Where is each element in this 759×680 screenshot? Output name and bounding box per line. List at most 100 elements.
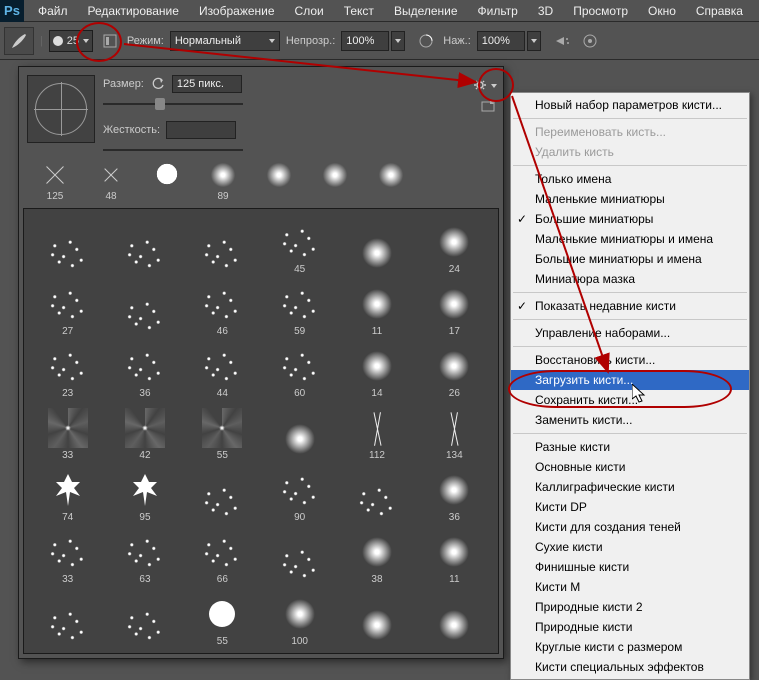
brush-cell[interactable]: 38 [339,525,414,585]
brush-hardness-slider[interactable] [103,143,243,157]
menu-просмотр[interactable]: Просмотр [563,1,638,21]
airbrush-icon[interactable] [551,31,573,51]
brush-cell[interactable]: 63 [107,525,182,585]
flyout-item[interactable]: Круглые кисти с размером [511,637,749,657]
blend-mode-select[interactable]: Нормальный [170,31,280,51]
brush-cell[interactable]: 45 [262,215,337,275]
brush-cell[interactable]: 11 [417,525,492,585]
menu-окно[interactable]: Окно [638,1,686,21]
brush-cell[interactable] [185,463,260,523]
brush-panel-gear-button[interactable] [473,75,497,97]
brush-cell[interactable]: 24 [417,215,492,275]
flyout-item[interactable]: Природные кисти 2 [511,597,749,617]
flyout-item[interactable]: Разные кисти [511,437,749,457]
menu-выделение[interactable]: Выделение [384,1,468,21]
brush-cell[interactable]: 112 [339,401,414,461]
brush-cell[interactable]: 90 [262,463,337,523]
flyout-item[interactable]: ✓Большие миниатюры [511,209,749,229]
flyout-item[interactable]: Загрузить кисти... [511,370,749,390]
flyout-item[interactable]: Сохранить кисти... [511,390,749,410]
menu-текст[interactable]: Текст [334,1,384,21]
recent-brush-preset[interactable] [307,161,363,202]
brush-cell[interactable]: 36 [107,339,182,399]
flyout-item[interactable]: Кисти специальных эффектов [511,657,749,677]
brush-cell[interactable]: 66 [185,525,260,585]
brush-cell[interactable] [262,401,337,461]
brush-cell[interactable] [107,215,182,275]
flyout-item[interactable]: Основные кисти [511,457,749,477]
brush-cell[interactable]: 14 [339,339,414,399]
pressure-opacity-icon[interactable] [415,31,437,51]
brush-cell[interactable]: 26 [417,339,492,399]
brush-cell[interactable]: 36 [417,463,492,523]
brush-tool-icon[interactable] [4,27,34,55]
brush-cell[interactable]: 27 [30,277,105,337]
brush-cell[interactable]: 42 [107,401,182,461]
flyout-item[interactable]: Кисти М [511,577,749,597]
flyout-item[interactable]: Маленькие миниатюры [511,189,749,209]
flyout-item[interactable]: Миниатюра мазка [511,269,749,289]
menu-3d[interactable]: 3D [528,1,563,21]
brush-cell[interactable]: 95 [107,463,182,523]
flyout-item[interactable]: ✓Показать недавние кисти [511,296,749,316]
flyout-item[interactable]: Природные кисти [511,617,749,637]
brush-cell[interactable]: 11 [339,277,414,337]
menu-изображение[interactable]: Изображение [189,1,285,21]
recent-brush-preset[interactable]: 89 [195,161,251,202]
brush-cell[interactable]: 44 [185,339,260,399]
menu-справка[interactable]: Справка [686,1,753,21]
flyout-item[interactable]: Заменить кисти... [511,410,749,430]
recent-brush-preset[interactable]: 48 [83,161,139,202]
brush-cell[interactable] [107,587,182,647]
brush-cell[interactable]: 33 [30,401,105,461]
flyout-item[interactable]: Большие миниатюры и имена [511,249,749,269]
pressure-size-icon[interactable] [579,31,601,51]
flyout-item[interactable]: Кисти DP [511,497,749,517]
flyout-item[interactable]: Кисти для создания теней [511,517,749,537]
brush-cell[interactable] [417,587,492,647]
recent-brush-preset[interactable] [363,161,419,202]
flyout-item[interactable]: Сухие кисти [511,537,749,557]
brush-cell[interactable]: 55 [185,401,260,461]
brush-cell[interactable] [185,215,260,275]
flyout-item[interactable]: Восстановить кисти... [511,350,749,370]
brush-cell[interactable]: 100 [262,587,337,647]
new-preset-icon[interactable] [481,99,497,116]
menu-фильтр[interactable]: Фильтр [468,1,528,21]
brush-panel-toggle-icon[interactable] [99,31,121,51]
brush-cell[interactable]: 23 [30,339,105,399]
menu-слои[interactable]: Слои [285,1,334,21]
brush-cell[interactable]: 134 [417,401,492,461]
brush-cell[interactable]: 46 [185,277,260,337]
brush-cell[interactable] [339,215,414,275]
reset-size-icon[interactable] [150,76,166,92]
brush-size-slider[interactable] [103,97,243,111]
brush-cell[interactable]: 60 [262,339,337,399]
flow-stepper[interactable] [527,31,541,51]
brush-cell[interactable] [107,277,182,337]
brush-tip-preview[interactable] [27,75,95,143]
brush-cell[interactable]: 74 [30,463,105,523]
recent-brush-preset[interactable]: 125 [27,161,83,202]
brush-cell[interactable]: 59 [262,277,337,337]
recent-brush-preset[interactable] [251,161,307,202]
brush-size-input[interactable] [172,75,242,93]
flyout-item[interactable]: Каллиграфические кисти [511,477,749,497]
menu-редактирование[interactable]: Редактирование [78,1,189,21]
opacity-input[interactable] [341,31,389,51]
recent-brush-preset[interactable] [139,161,195,202]
flow-input[interactable] [477,31,525,51]
flyout-item[interactable]: Маленькие миниатюры и имена [511,229,749,249]
flyout-item[interactable]: Новый набор параметров кисти... [511,95,749,115]
brush-cell[interactable] [30,215,105,275]
brush-cell[interactable]: 17 [417,277,492,337]
flyout-item[interactable]: Управление наборами... [511,323,749,343]
opacity-stepper[interactable] [391,31,405,51]
brush-cell[interactable] [30,587,105,647]
brush-hardness-input[interactable] [166,121,236,139]
brush-cell[interactable]: 55 [185,587,260,647]
flyout-item[interactable]: Только имена [511,169,749,189]
brush-cell[interactable] [339,463,414,523]
brush-cell[interactable]: 33 [30,525,105,585]
menu-файл[interactable]: Файл [28,1,78,21]
